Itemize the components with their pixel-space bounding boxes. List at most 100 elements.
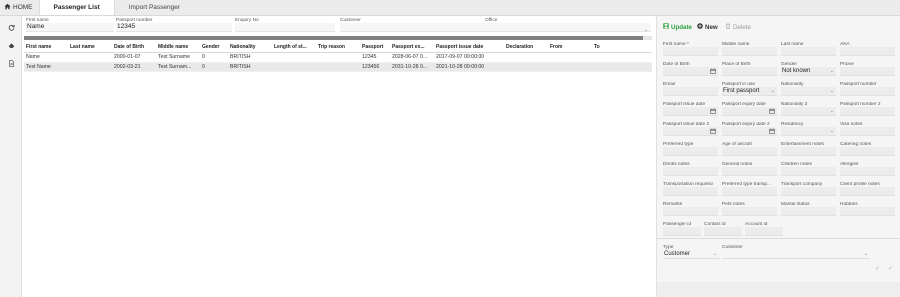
passport-issue-date-2-input[interactable] [663,127,718,136]
calendar-icon[interactable] [710,108,716,118]
calendar-icon[interactable] [769,128,775,138]
table-cell: 2000-01-07 [114,54,141,61]
calendar-icon[interactable] [710,68,716,78]
catering-notes-input[interactable] [840,147,895,156]
office-filter-select[interactable] [484,23,651,32]
table-body: Name 2000-01-07 Test Surname 0 BRITISH 12345 2… [24,53,652,72]
delete-label: Delete [733,23,751,31]
aka-input[interactable] [840,47,895,56]
table-cell: 0 [202,54,205,61]
customer-filter-select[interactable] [340,23,496,32]
check-icon[interactable]: ✓ [888,265,893,272]
general-notes-input[interactable] [722,167,777,176]
document-icon[interactable] [6,58,16,68]
date-of-birth-input[interactable] [663,67,718,76]
age-of-aircraft-input[interactable] [722,147,777,156]
table-row[interactable]: Name 2000-01-07 Test Surname 0 BRITISH 12345 2… [24,53,652,63]
nationality-2-input[interactable]: ⌄ [781,107,836,116]
filter-enquiry-no: Enquiry No [235,18,335,34]
delete-button[interactable]: Delete [725,23,751,31]
email-input[interactable] [663,87,718,96]
table-cell: 0 [202,63,205,70]
passport-expiry-date-2-field: Passport expiry date 2 [722,122,777,136]
column-header[interactable]: Passport issue date [434,44,504,50]
table-row[interactable]: Test Name 2002-03-21 Test Surnam... 0 BRITIS… [24,62,652,72]
passport-expiry-date-input[interactable] [722,107,777,116]
visa-notes-input[interactable] [840,127,895,136]
first-name-input[interactable] [663,47,718,56]
date-of-birth-field: Date of Birth [663,62,718,76]
column-header[interactable]: Passport ex... [390,44,434,50]
marital-status-input[interactable] [781,207,836,216]
preferred-type-transport-input[interactable] [722,187,777,196]
tab-passenger-list[interactable]: Passenger List [38,0,115,15]
tab-import-passenger[interactable]: Import Passenger [115,0,194,15]
column-header[interactable]: Date of Birth [112,44,156,50]
passport-number-2-field: Passport number 2 [840,102,895,116]
column-header[interactable]: To [592,44,632,50]
table-cell: 2002-03-21 [114,63,141,70]
chevron-down-icon[interactable]: ⌄ [644,27,648,33]
column-header[interactable]: Nationality [228,44,272,50]
passport-in-use-input[interactable]: First passport ⌄ [722,87,777,96]
allergies-field: Allergies [840,162,895,176]
middle-name-field: Middle name [722,42,777,56]
middle-name-input[interactable] [722,47,777,56]
drinks-notes-input[interactable] [663,167,718,176]
account-id-input[interactable] [745,227,783,236]
gender-input[interactable]: Not known ⌄ [781,67,836,76]
check-icon[interactable]: ✓ [875,265,880,272]
nationality-input[interactable]: ⌄ [781,87,836,96]
passport-issue-date-input[interactable] [663,107,718,116]
transportation-required-input[interactable] [663,187,718,196]
eraser-icon[interactable] [6,40,16,50]
column-header[interactable]: From [548,44,592,50]
new-label: New [705,23,718,31]
column-header[interactable]: Last name [68,44,112,50]
pets-notes-input[interactable] [722,207,777,216]
passenger-table: First name Last name Date of Birth Middle n… [24,41,652,72]
column-header[interactable]: Middle name [156,44,200,50]
column-header[interactable]: Gender [200,44,228,50]
refresh-icon[interactable] [6,22,16,32]
residency-input[interactable]: ⌄ [781,127,836,136]
remarks-input[interactable] [663,207,718,216]
column-header[interactable]: Passport [360,44,390,50]
passport-number-2-input[interactable] [840,107,895,116]
home-link[interactable]: HOME [0,0,39,15]
gender-field: Gender Not known ⌄ [781,62,836,76]
passport-number-input[interactable] [840,87,895,96]
transport-company-input[interactable] [781,187,836,196]
place-of-birth-input[interactable] [722,67,777,76]
passport-expiry-date-2-input[interactable] [722,127,777,136]
contact-id-input[interactable] [704,227,742,236]
calendar-icon[interactable] [769,108,775,118]
calendar-icon[interactable] [710,128,716,138]
column-header[interactable]: First name [24,44,68,50]
general-notes-field: General notes [722,162,777,176]
customer-select[interactable]: ⌄ [722,250,870,259]
hobbies-input[interactable] [840,207,895,216]
children-notes-input[interactable] [781,167,836,176]
passenger-id-input[interactable] [663,227,701,236]
column-header[interactable]: Trip reason [316,44,360,50]
last-name-input[interactable] [781,47,836,56]
enquiry-no-filter-input[interactable] [235,23,335,32]
allergies-input[interactable] [840,167,895,176]
column-header[interactable]: Declaration [504,44,548,50]
client-profile-notes-input[interactable] [840,187,895,196]
passport-in-use-field: Passport in use First passport ⌄ [722,82,777,96]
phone-field: Phone [840,62,895,76]
passport-number-filter-input[interactable]: 12345 [116,23,232,32]
new-button[interactable]: New [697,23,718,31]
type-select[interactable]: Customer ⌄ [663,250,719,259]
update-button[interactable]: Update [663,23,692,31]
first-name-filter-input[interactable]: Name [26,23,114,32]
entertainment-notes-input[interactable] [781,147,836,156]
table-cell: Test Surnam... [158,63,192,70]
nationality-field: Nationality ⌄ [781,82,836,96]
phone-input[interactable] [840,67,895,76]
table-cell: 2021-10-28 00:00:00 [436,63,485,70]
preferred-type-input[interactable] [663,147,718,156]
column-header[interactable]: Length of st... [272,44,316,50]
